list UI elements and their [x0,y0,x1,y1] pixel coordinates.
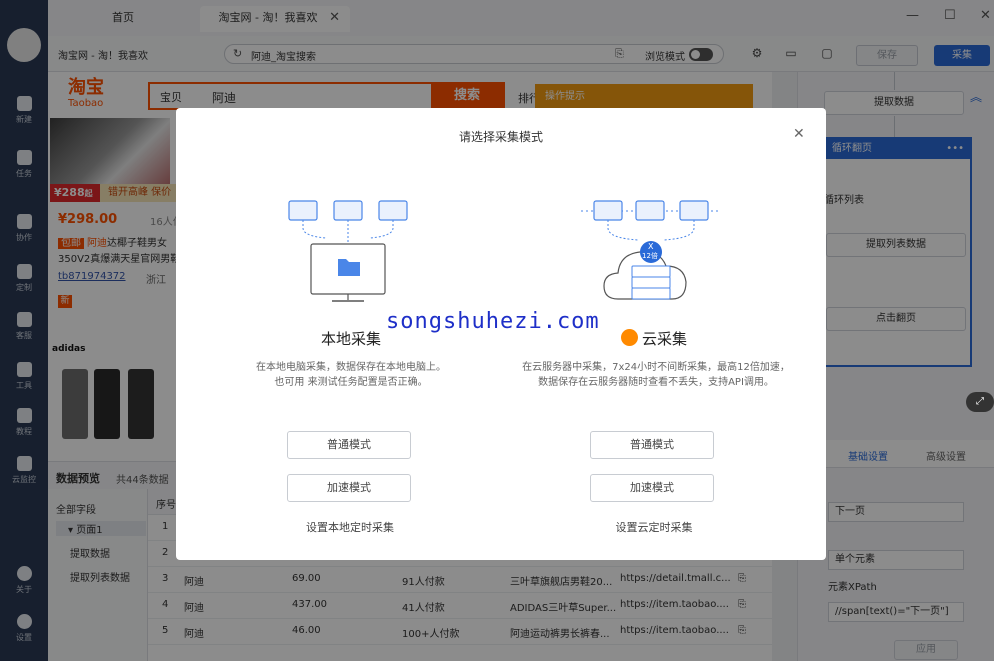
local-desc-line2: 也可用 来测试任务配置是否正确。 [274,377,428,388]
cloud-title-label: 云采集 [641,330,687,348]
cloud-schedule-link[interactable]: 设置云定时采集 [580,519,728,535]
speed-badge-label: 12倍 [642,252,658,260]
local-mode-desc: 在本地电脑采集，数据保存在本地电脑上。 也可用 来测试任务配置是否正确。 [216,360,486,390]
cloud-mode-desc: 在云服务器中采集，7x24小时不间断采集，最高12倍加速， 数据保存在云服务器随… [506,360,806,390]
dialog-title: 请选择采集模式 [458,130,543,144]
local-desc-line1: 在本地电脑采集，数据保存在本地电脑上。 [256,362,446,373]
local-schedule-link[interactable]: 设置本地定时采集 [276,519,424,535]
local-collect-illustration [288,200,408,302]
local-normal-mode-button[interactable]: 普通模式 [287,431,411,459]
speed-badge: X [648,242,654,251]
float-action-button[interactable]: ⤢ [966,392,994,412]
cloud-desc-line1: 在云服务器中采集，7x24小时不间断采集，最高12倍加速， [522,362,790,373]
cloud-badge-icon [620,329,638,346]
cloud-desc-line2: 数据保存在云服务器随时查看不丢失，支持API调用。 [538,377,774,388]
local-fast-mode-button[interactable]: 加速模式 [287,474,411,502]
cloud-normal-mode-button[interactable]: 普通模式 [590,431,714,459]
watermark-text: songshuhezi.com [386,309,600,334]
cloud-fast-mode-button[interactable]: 加速模式 [590,474,714,502]
collect-mode-dialog: 请选择采集模式 ✕ X 12倍 本地采集 在本地电脑采集，数据保存在本地电脑上。… [176,108,826,560]
close-icon[interactable]: ✕ [793,126,805,142]
